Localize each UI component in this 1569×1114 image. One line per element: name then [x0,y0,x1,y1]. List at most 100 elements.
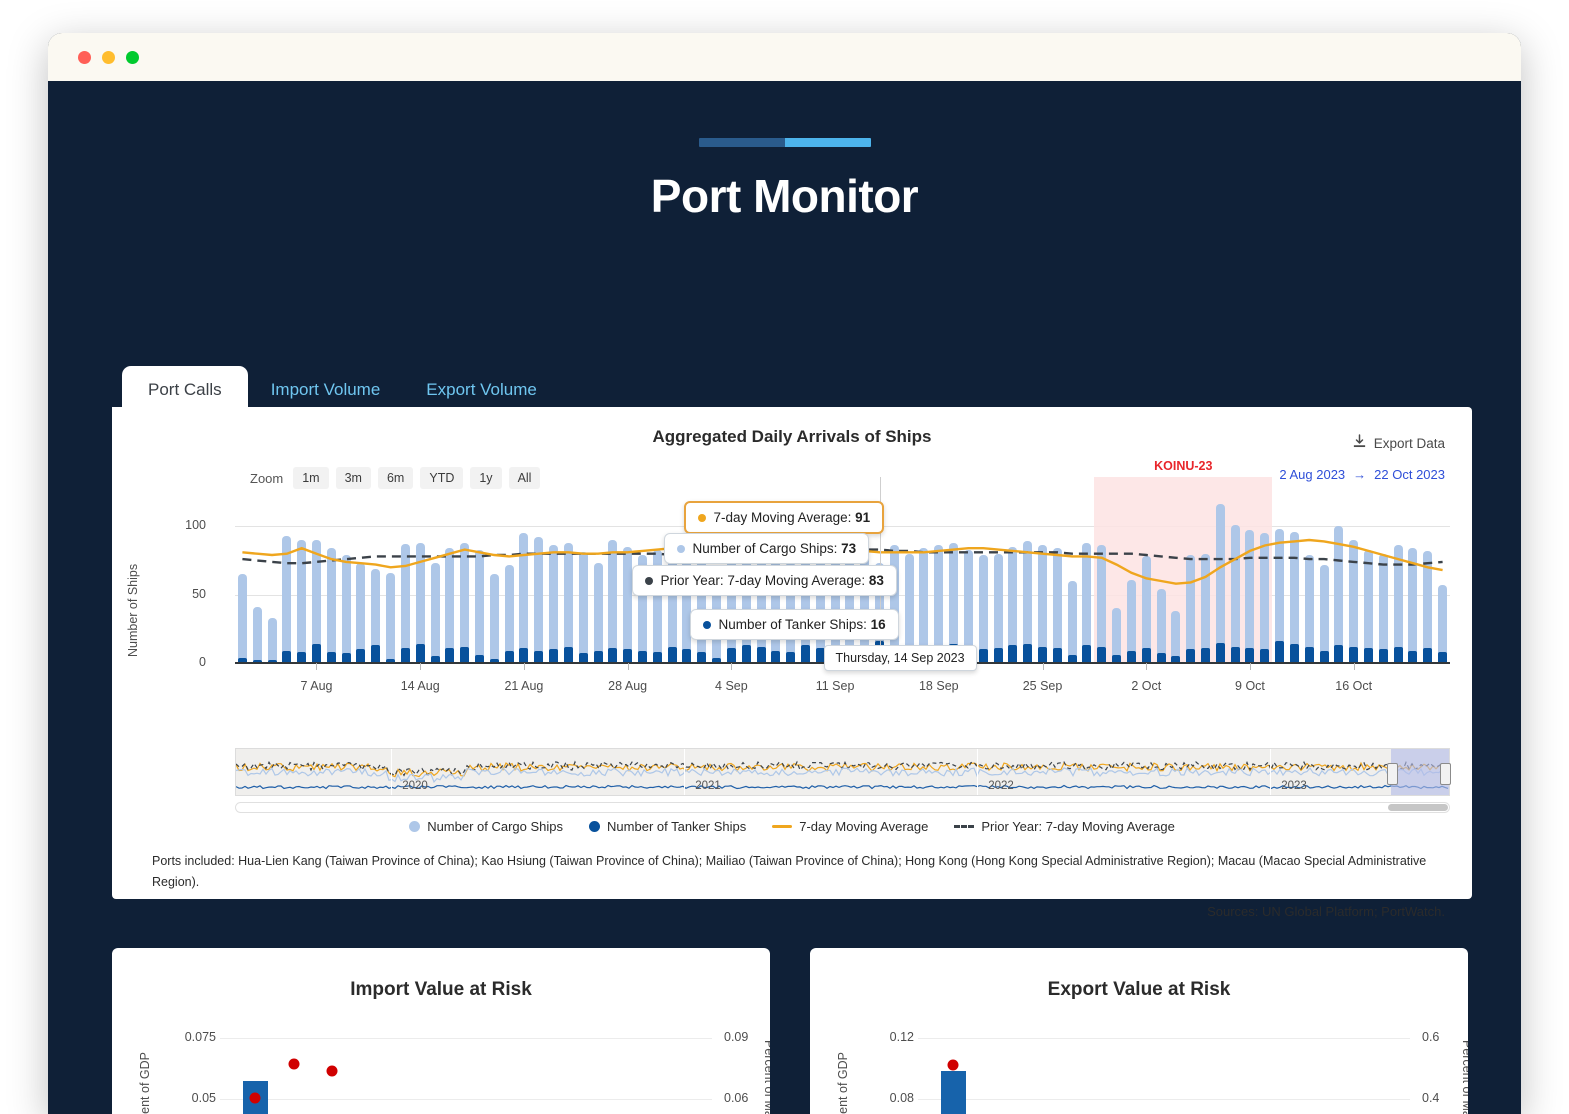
tanker-bar[interactable] [741,645,751,663]
cargo-bar[interactable] [534,537,544,663]
cargo-bar[interactable] [1378,553,1388,663]
tanker-bar[interactable] [311,643,321,663]
cargo-bar[interactable] [237,574,247,663]
navigator-scroll-thumb[interactable] [1388,804,1448,811]
tanker-bar[interactable] [993,647,1003,663]
tanker-bar[interactable] [1186,649,1196,663]
cargo-bar[interactable] [549,545,559,663]
tanker-bar[interactable] [1304,646,1314,663]
legend-item-tanker[interactable]: Number of Tanker Ships [589,819,746,834]
cargo-bar[interactable] [252,606,262,663]
tanker-bar[interactable] [1038,646,1048,663]
cargo-bar[interactable] [1038,545,1048,663]
cargo-bar[interactable] [978,555,988,663]
tanker-bar[interactable] [415,643,425,663]
cargo-bar[interactable] [1156,589,1166,663]
cargo-bar[interactable] [474,549,484,663]
tanker-bar[interactable] [1378,649,1388,663]
cargo-bar[interactable] [326,548,336,663]
range-end[interactable]: 22 Oct 2023 [1374,467,1445,482]
legend-item-prior-year[interactable]: Prior Year: 7-day Moving Average [954,819,1175,834]
cargo-bar[interactable] [400,544,410,663]
zoom-1m-button[interactable]: 1m [293,467,329,489]
tanker-bar[interactable] [356,649,366,663]
tanker-bar[interactable] [667,646,677,663]
tanker-bar[interactable] [682,649,692,663]
tanker-bar[interactable] [445,647,455,663]
cargo-bar[interactable] [608,540,618,663]
cargo-bar[interactable] [1364,549,1373,663]
cargo-bar[interactable] [445,548,455,663]
cargo-bar[interactable] [1334,526,1344,663]
cargo-bar[interactable] [623,546,633,663]
tanker-bar[interactable] [371,645,381,663]
plot-area[interactable]: 0 50 100 KOINU-23 7-day Moving Average: 91 Nu… [185,459,1450,671]
legend-item-moving-average[interactable]: 7-day Moving Average [772,819,928,834]
cargo-bar[interactable] [460,542,470,663]
tanker-bar[interactable] [1141,647,1151,663]
tanker-bar[interactable] [1008,645,1018,663]
navigator-handle-left[interactable] [1387,763,1398,785]
cargo-bar[interactable] [1230,524,1240,663]
cargo-bar[interactable] [1408,548,1418,663]
value-point[interactable] [326,1065,338,1077]
cargo-bar[interactable] [1215,504,1225,663]
value-point[interactable] [947,1059,959,1071]
cargo-bar[interactable] [1245,530,1255,663]
range-navigator[interactable]: 2020 2021 2022 2023 [235,748,1451,796]
maximize-window-button[interactable] [126,50,139,64]
cargo-bar[interactable] [578,552,588,663]
tanker-bar[interactable] [1052,647,1062,663]
tanker-bar[interactable] [1275,641,1285,663]
range-start[interactable]: 2 Aug 2023 [1279,467,1345,482]
cargo-bar[interactable] [1260,533,1270,663]
cargo-bar[interactable] [1349,540,1359,663]
cargo-bar[interactable] [1052,548,1062,663]
value-point[interactable] [249,1092,261,1104]
tanker-bar[interactable] [563,646,573,663]
cargo-bar[interactable] [282,535,292,663]
tanker-bar[interactable] [400,647,410,663]
tanker-bar[interactable] [1349,646,1359,663]
tanker-bar[interactable] [1230,646,1240,663]
tanker-bar[interactable] [1260,649,1270,663]
cargo-bar[interactable] [1423,550,1433,663]
cargo-bar[interactable] [519,533,529,663]
cargo-bar[interactable] [504,564,514,663]
tanker-bar[interactable] [1289,643,1299,663]
cargo-bar[interactable] [1319,564,1329,663]
cargo-bar[interactable] [356,563,366,663]
cargo-bar[interactable] [430,563,440,663]
value-point[interactable] [288,1058,300,1070]
cargo-bar[interactable] [1186,555,1196,663]
tanker-bar[interactable] [1245,647,1255,663]
value-bar[interactable] [941,1070,966,1114]
tanker-bar[interactable] [978,649,988,663]
tanker-bar[interactable] [1023,643,1033,663]
cargo-bar[interactable] [1097,545,1107,663]
cargo-bar[interactable] [489,574,499,663]
tanker-bar[interactable] [519,647,529,663]
minimize-window-button[interactable] [102,50,115,64]
zoom-1y-button[interactable]: 1y [470,467,502,489]
tanker-bar[interactable] [800,645,810,663]
tanker-bar[interactable] [1393,646,1403,663]
tanker-bar[interactable] [1082,645,1092,663]
navigator-scrollbar[interactable] [235,802,1450,813]
zoom-ytd-button[interactable]: YTD [420,467,464,489]
cargo-bar[interactable] [386,572,396,663]
tanker-bar[interactable] [608,647,618,663]
tanker-bar[interactable] [1097,646,1107,663]
tanker-bar[interactable] [726,647,736,663]
tanker-bar[interactable] [460,646,470,663]
cargo-bar[interactable] [1067,581,1077,663]
cargo-bar[interactable] [297,540,307,663]
close-window-button[interactable] [78,50,91,64]
export-data-button[interactable]: Export Data [1352,434,1445,452]
tanker-bar[interactable] [1423,647,1433,663]
cargo-bar[interactable] [267,617,277,663]
navigator-handle-right[interactable] [1440,763,1451,785]
legend-item-cargo[interactable]: Number of Cargo Ships [409,819,563,834]
cargo-bar[interactable] [593,563,603,663]
tanker-bar[interactable] [756,646,766,663]
